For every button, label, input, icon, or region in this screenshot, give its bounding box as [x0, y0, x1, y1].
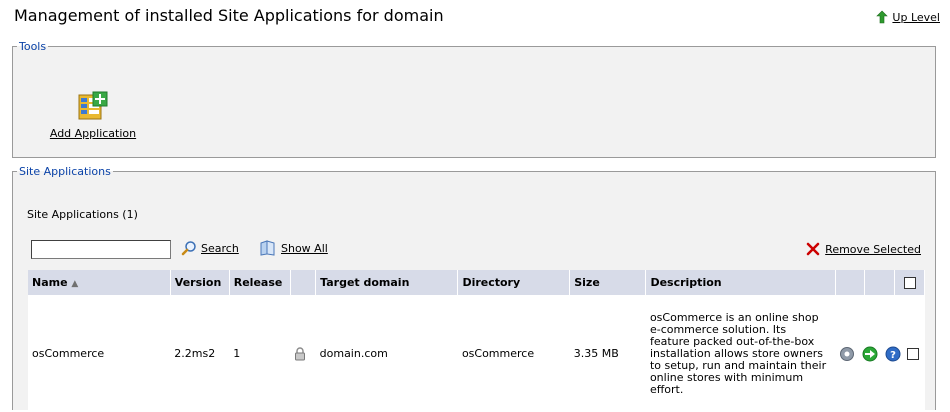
show-all-label[interactable]: Show All — [281, 242, 328, 255]
add-application-button[interactable]: Add Application — [48, 91, 138, 140]
site-applications-count: Site Applications (1) — [27, 208, 138, 221]
cell-release: 1 — [229, 295, 291, 412]
column-target-domain[interactable]: Target domain — [315, 270, 459, 295]
show-all-button[interactable]: Show All — [259, 240, 328, 256]
cell-size: 3.35 MB — [569, 295, 646, 412]
site-applications-panel: Site Applications Site Applications (1) … — [12, 165, 936, 412]
column-select-all — [894, 270, 925, 295]
site-applications-table: Name ▲ Version Release Target domain Dir… — [28, 270, 925, 412]
cell-actions: ? — [835, 295, 925, 412]
description-text: osCommerce is an online shop e-commerce … — [649, 310, 827, 396]
column-lock — [290, 270, 317, 295]
cell-version: 2.2ms2 — [170, 295, 230, 412]
open-arrow-icon[interactable] — [861, 346, 879, 362]
tools-panel: Tools Add Application — [12, 40, 936, 158]
magnifier-icon — [181, 241, 196, 256]
lock-icon — [295, 346, 306, 360]
table-header-row: Name ▲ Version Release Target domain Dir… — [28, 270, 925, 295]
column-action-2 — [864, 270, 896, 295]
sort-ascending-icon: ▲ — [71, 279, 79, 289]
column-size[interactable]: Size — [569, 270, 647, 295]
add-application-label[interactable]: Add Application — [50, 127, 136, 140]
cell-target-domain: domain.com — [315, 295, 458, 412]
remove-selected-label[interactable]: Remove Selected — [825, 243, 921, 256]
column-description[interactable]: Description — [645, 270, 836, 295]
cell-directory: osCommerce — [457, 295, 570, 412]
search-label[interactable]: Search — [201, 242, 239, 255]
remove-x-icon — [806, 242, 820, 256]
column-version[interactable]: Version — [170, 270, 230, 295]
add-application-icon — [78, 91, 108, 120]
page-title: Management of installed Site Application… — [14, 6, 444, 25]
column-directory[interactable]: Directory — [457, 270, 571, 295]
search-input[interactable] — [31, 240, 171, 259]
svg-text:?: ? — [890, 350, 896, 361]
remove-selected-button[interactable]: Remove Selected — [806, 242, 921, 256]
show-all-icon — [260, 240, 275, 256]
column-release[interactable]: Release — [229, 270, 291, 295]
up-level-link[interactable]: Up Level — [875, 10, 940, 24]
cell-description: osCommerce is an online shop e-commerce … — [645, 295, 835, 412]
up-arrow-icon — [876, 10, 889, 24]
cell-name: osCommerce — [28, 295, 171, 412]
select-all-checkbox[interactable] — [903, 277, 916, 289]
cell-lock — [290, 295, 316, 412]
column-name-label: Name — [32, 276, 68, 289]
column-action-1 — [835, 270, 866, 295]
tools-legend: Tools — [19, 40, 47, 53]
table-row: osCommerce 2.2ms2 1 domain.com osCommerc… — [28, 295, 925, 412]
site-applications-legend: Site Applications — [19, 165, 111, 178]
settings-gear-icon[interactable] — [839, 346, 855, 362]
search-button[interactable]: Search — [181, 240, 239, 256]
column-name[interactable]: Name ▲ — [28, 270, 171, 295]
row-select-checkbox[interactable] — [907, 347, 919, 360]
up-level-label[interactable]: Up Level — [892, 11, 940, 24]
help-icon[interactable]: ? — [885, 346, 901, 362]
